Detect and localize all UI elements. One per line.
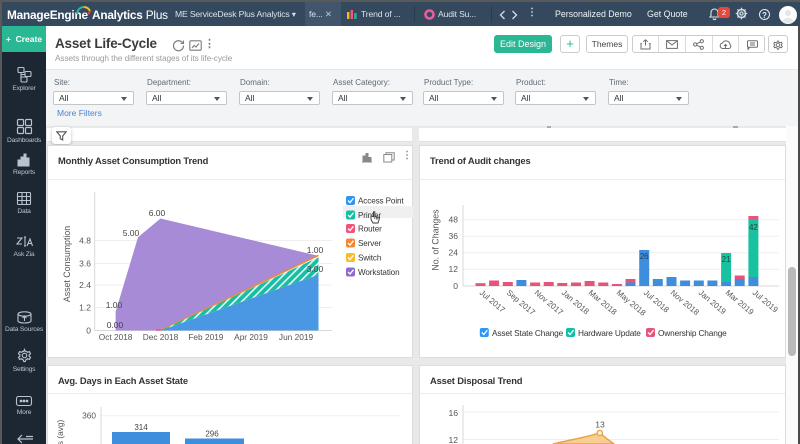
svg-text:48: 48 <box>449 214 459 224</box>
svg-text:1.2: 1.2 <box>79 303 91 313</box>
svg-text:0: 0 <box>453 281 458 291</box>
svg-text:Sep 2017: Sep 2017 <box>505 288 537 317</box>
svg-text:Jul 2019: Jul 2019 <box>751 288 780 315</box>
svg-text:24: 24 <box>449 248 459 258</box>
svg-text:1.00: 1.00 <box>106 300 123 310</box>
svg-text:26: 26 <box>640 252 649 261</box>
svg-text:36: 36 <box>449 231 459 241</box>
svg-text:3.00: 3.00 <box>307 264 324 274</box>
svg-text:13: 13 <box>595 419 605 429</box>
svg-text:314: 314 <box>134 423 148 432</box>
svg-text:42: 42 <box>749 223 758 232</box>
svg-text:1.00: 1.00 <box>307 245 324 255</box>
svg-text:Mar 2019: Mar 2019 <box>724 288 756 317</box>
svg-text:Jun 2019: Jun 2019 <box>279 332 314 342</box>
svg-text:3.6: 3.6 <box>79 259 91 269</box>
svg-text:2.4: 2.4 <box>79 280 91 290</box>
svg-text:6.00: 6.00 <box>149 208 166 218</box>
svg-text:Jul 2017: Jul 2017 <box>478 288 507 315</box>
svg-text:0.00: 0.00 <box>107 320 124 330</box>
svg-text:Feb 2019: Feb 2019 <box>188 332 223 342</box>
svg-text:Nov 2018: Nov 2018 <box>669 288 701 317</box>
svg-text:12: 12 <box>449 264 459 274</box>
svg-text:Dec 2018: Dec 2018 <box>143 332 179 342</box>
svg-text:Ownership Change: Ownership Change <box>658 328 727 338</box>
svg-text:Mar 2018: Mar 2018 <box>587 288 619 317</box>
svg-text:Oct 2018: Oct 2018 <box>99 332 133 342</box>
svg-text:Hardware Update: Hardware Update <box>578 328 641 338</box>
svg-text:No. of Days (avg): No. of Days (avg) <box>55 419 65 444</box>
svg-text:12: 12 <box>448 435 458 444</box>
svg-text:No. of Changes: No. of Changes <box>431 209 441 271</box>
svg-text:Asset State Change: Asset State Change <box>492 328 564 338</box>
svg-text:Nov 2017: Nov 2017 <box>533 288 565 317</box>
svg-text:Jan 2018: Jan 2018 <box>560 288 591 316</box>
svg-text:4.8: 4.8 <box>79 236 91 246</box>
svg-text:Asset Consumption: Asset Consumption <box>62 226 72 302</box>
svg-text:21: 21 <box>722 255 731 264</box>
svg-text:296: 296 <box>205 430 219 439</box>
svg-text:Apr 2019: Apr 2019 <box>234 332 268 342</box>
svg-text:16: 16 <box>448 408 458 418</box>
svg-text:5.00: 5.00 <box>123 228 140 238</box>
svg-text:Jan 2019: Jan 2019 <box>697 288 728 316</box>
svg-text:0: 0 <box>86 326 91 336</box>
svg-text:360: 360 <box>82 410 96 420</box>
